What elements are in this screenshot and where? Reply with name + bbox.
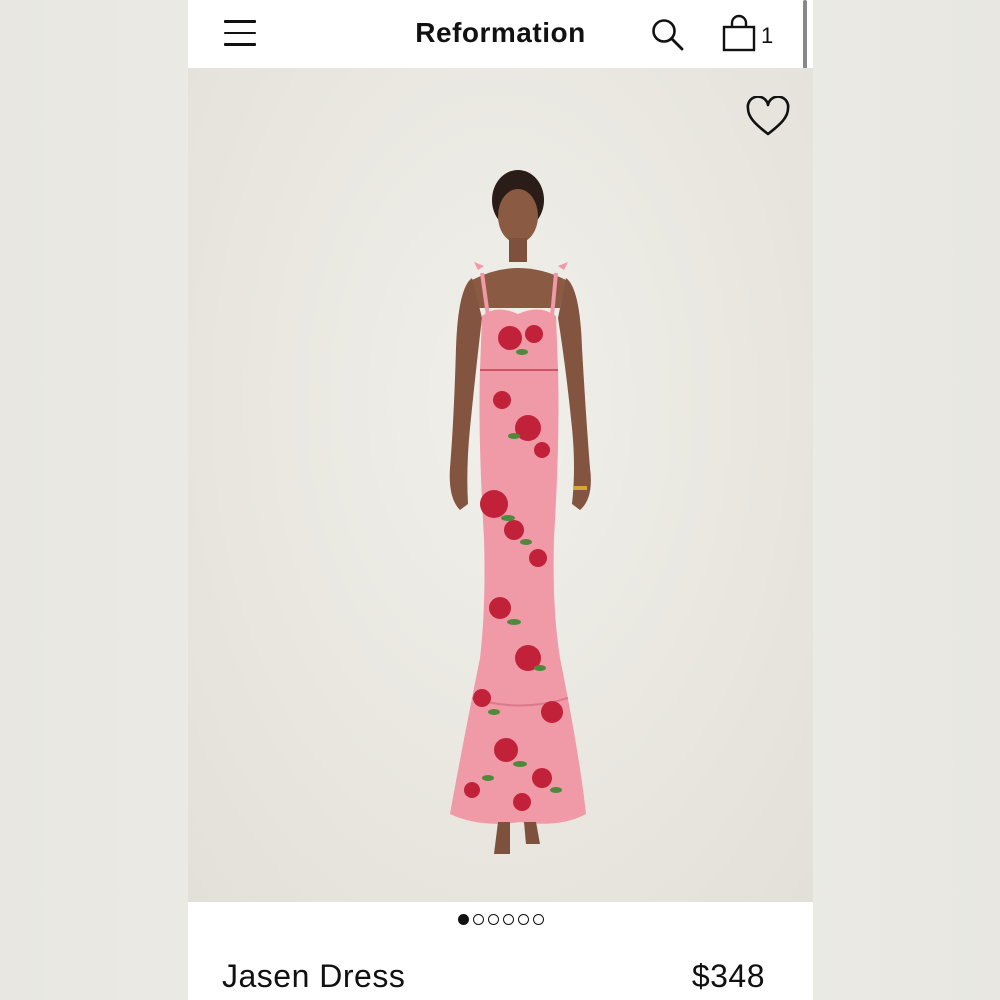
search-icon[interactable] — [650, 17, 686, 53]
phone-screen: Reformation 1 Jasen Dress $348 — [188, 0, 813, 1000]
bag-button[interactable]: 1 — [721, 14, 781, 56]
bag-count-badge: 1 — [761, 23, 774, 48]
bag-icon — [722, 14, 756, 52]
carousel-dot[interactable] — [532, 914, 544, 925]
model-photo — [449, 170, 591, 854]
product-image[interactable] — [188, 68, 813, 902]
heart-icon[interactable] — [745, 95, 791, 138]
brand-logo: Reformation — [415, 17, 586, 48]
carousel-dot[interactable] — [487, 914, 499, 925]
site-header: Reformation 1 — [188, 0, 813, 150]
carousel-indicators — [188, 914, 813, 932]
carousel-dot[interactable] — [472, 914, 484, 925]
menu-icon[interactable] — [224, 20, 256, 50]
carousel-dot[interactable] — [517, 914, 529, 925]
product-price: $348 — [691, 958, 765, 994]
product-name: Jasen Dress — [222, 958, 406, 994]
carousel-dot[interactable] — [457, 914, 469, 925]
carousel-dot[interactable] — [502, 914, 514, 925]
